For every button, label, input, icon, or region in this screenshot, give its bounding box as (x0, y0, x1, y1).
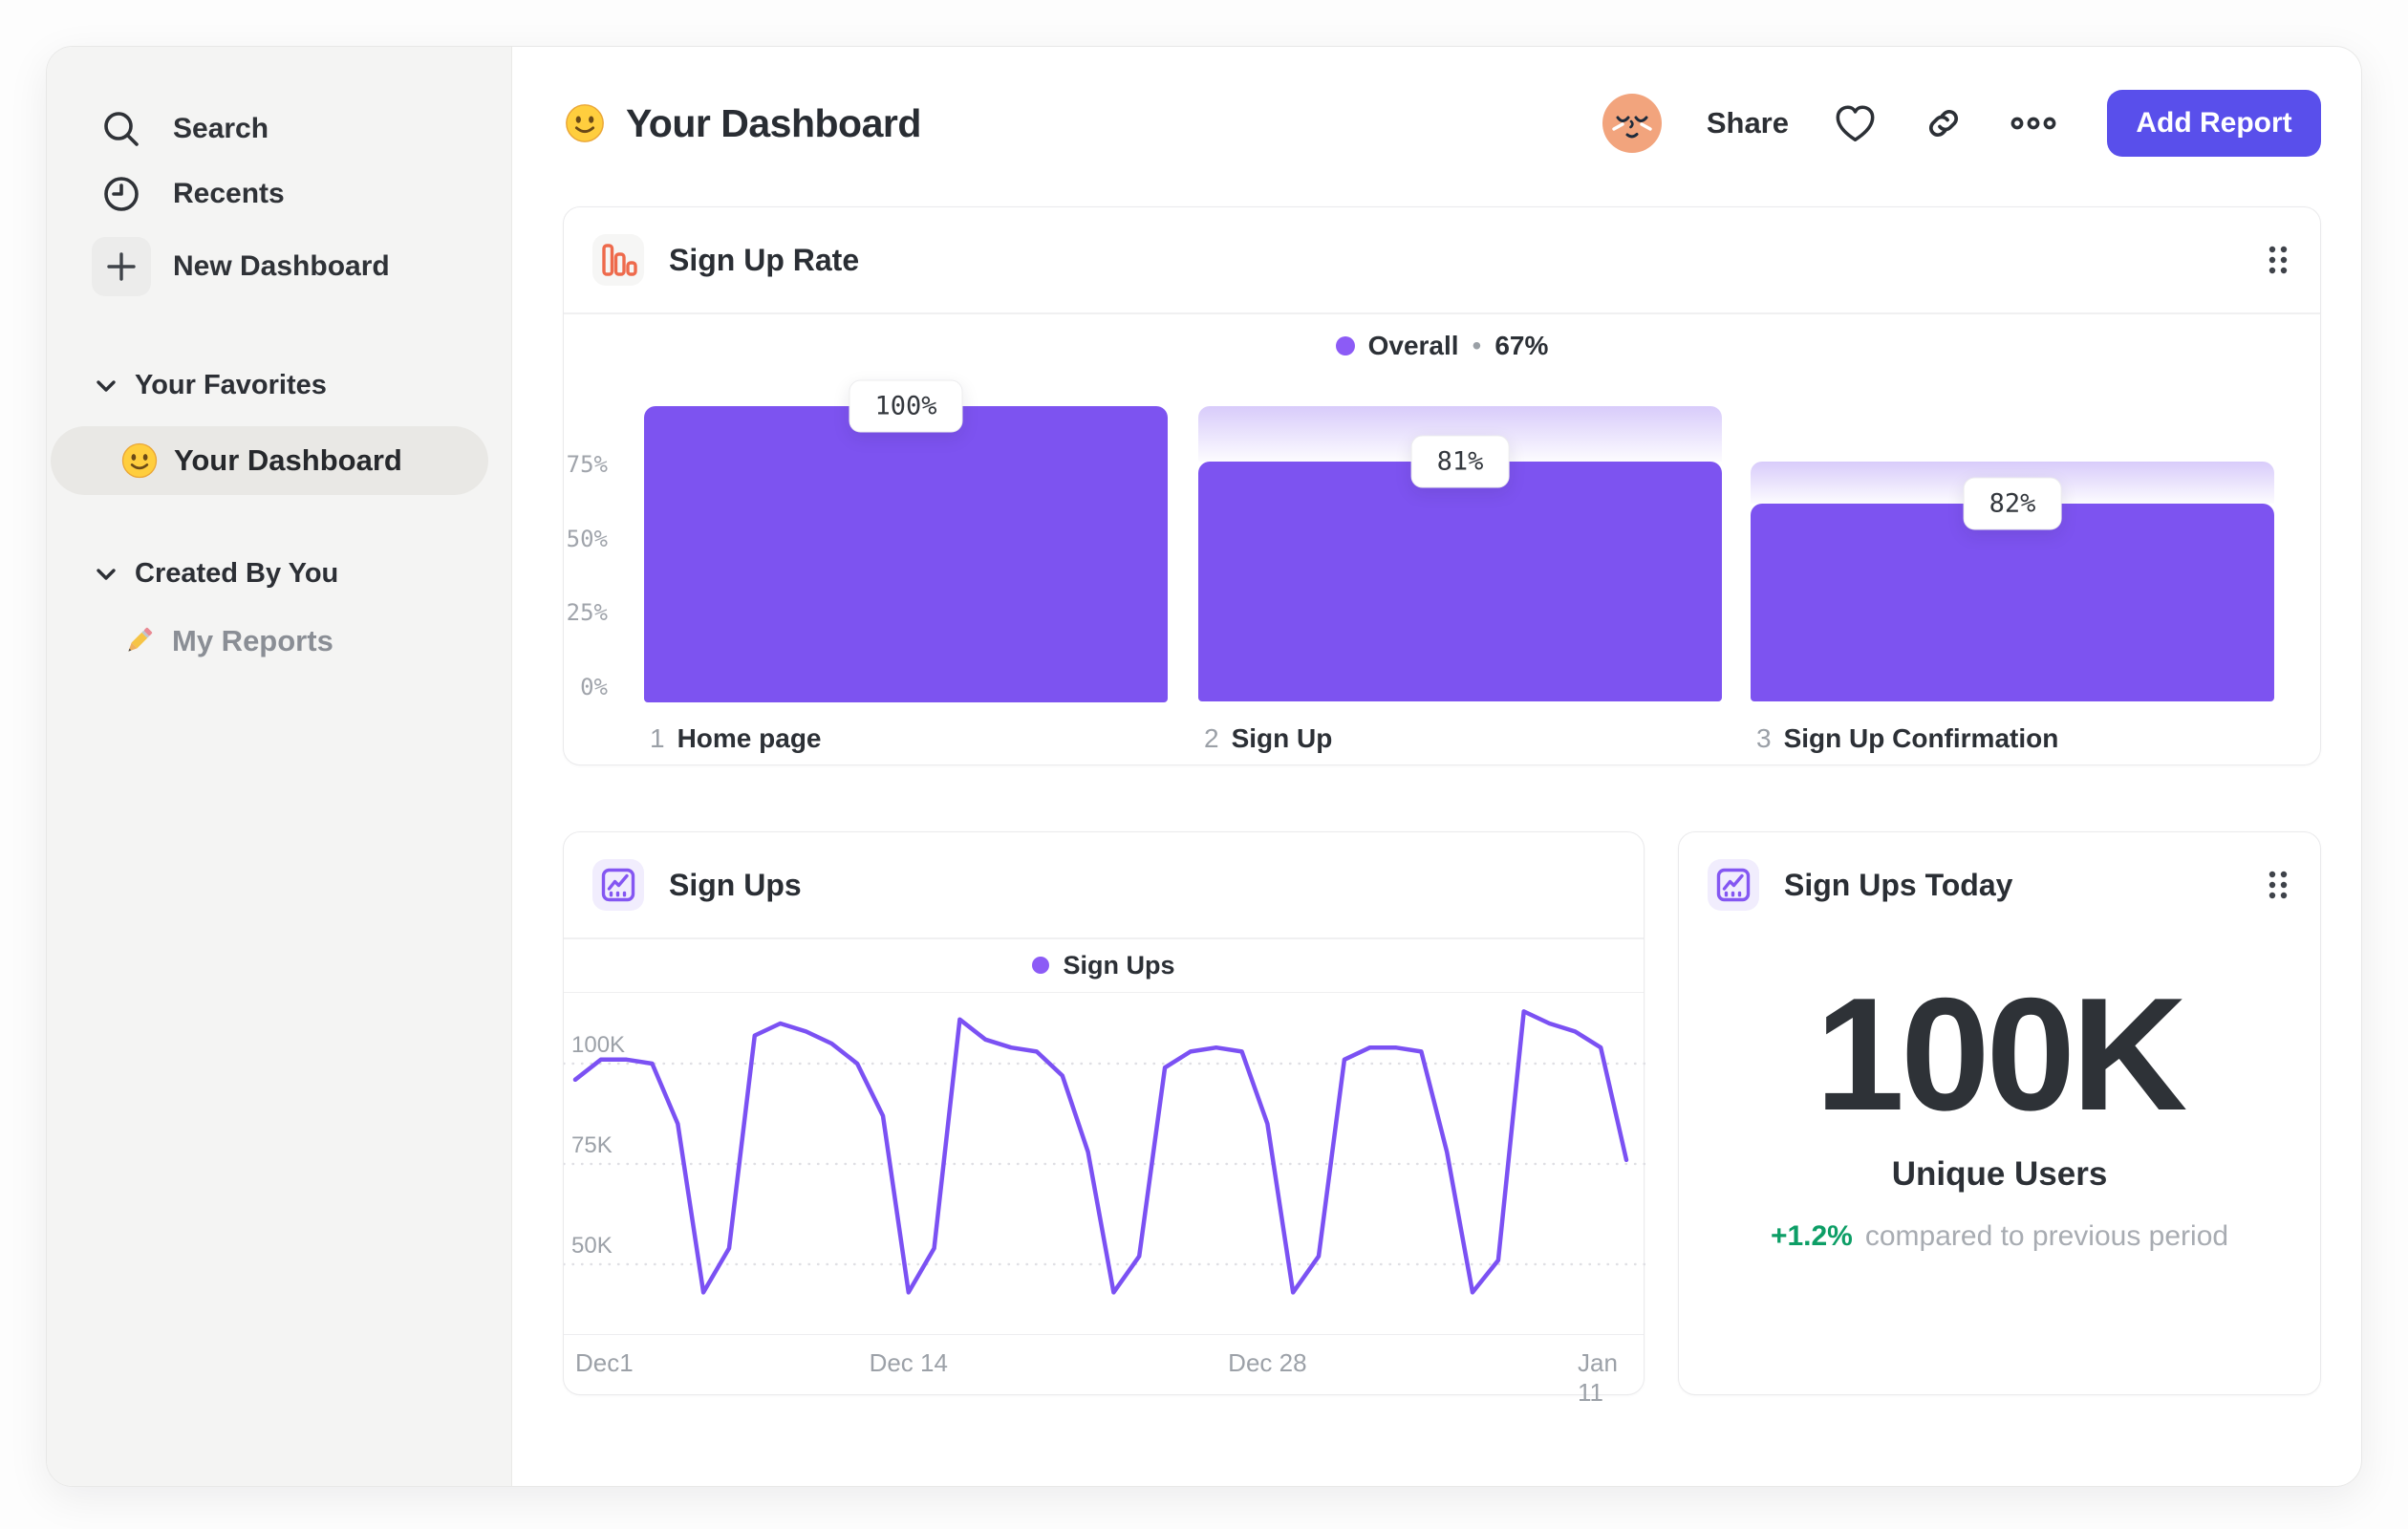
sidebar-item-my-reports[interactable]: My Reports (47, 622, 511, 660)
kpi-delta: +1.2% (1770, 1220, 1853, 1252)
line-legend[interactable]: Sign Ups (564, 939, 1644, 993)
card-title: Sign Up Rate (669, 242, 860, 277)
smiley-face-emoji (566, 104, 604, 142)
sidebar-item-search[interactable]: Search (47, 97, 511, 162)
pencil-emoji (128, 627, 153, 652)
page-title: Your Dashboard (626, 100, 921, 145)
line-chart-x-axis: Dec1 Dec 14 Dec 28 Jan 11 (564, 1333, 1644, 1407)
legend-label: Sign Ups (1063, 950, 1175, 980)
legend-value: 67% (1494, 330, 1549, 360)
sidebar-item-label: New Dashboard (173, 250, 390, 282)
sidebar: Search Recents New Dashboard Your Favori… (47, 47, 512, 1486)
funnel-y-tick: 25% (566, 599, 608, 626)
legend-dot (1032, 957, 1050, 974)
sidebar-item-label: Recents (173, 178, 285, 209)
line-y-tick: 75K (571, 1132, 613, 1158)
line-y-tick: 100K (571, 1032, 625, 1058)
app-window: Search Recents New Dashboard Your Favori… (46, 46, 2362, 1487)
share-button[interactable]: Share (1707, 106, 1789, 140)
legend-dot (1335, 335, 1355, 355)
link-icon[interactable] (1922, 101, 1966, 145)
line-x-tick: Dec1 (575, 1347, 634, 1377)
card-header: Sign Ups (564, 832, 1644, 937)
kpi-delta-row: +1.2% compared to previous period (1679, 1220, 2320, 1253)
section-title: Created By You (135, 558, 339, 589)
sidebar-section-created-by-you[interactable]: Created By You (47, 558, 511, 590)
sign-ups-today-card: Sign Ups Today 100K Unique Users +1.2% c… (1678, 831, 2321, 1395)
card-header: Sign Ups Today (1679, 832, 2320, 937)
header-actions: Share Add Report (1602, 90, 2321, 157)
chevron-down-icon (97, 379, 116, 392)
funnel-step-label: Home page (677, 722, 822, 753)
add-report-button[interactable]: Add Report (2107, 90, 2321, 157)
funnel-value-tooltip: 82% (1963, 477, 2062, 530)
funnel-bar (1198, 462, 1722, 702)
funnel-value-tooltip: 100% (849, 379, 963, 432)
sidebar-item-new-dashboard[interactable]: New Dashboard (47, 226, 511, 307)
smiley-face-emoji (121, 442, 158, 479)
funnel-category: 3 Sign Up Confirmation (1756, 723, 2058, 754)
card-title: Sign Ups Today (1784, 867, 2013, 902)
kpi-value: 100K (1815, 964, 2188, 1144)
second-row: Sign Ups Sign Ups 100K 75K 50K Dec1 Dec 14 D… (562, 831, 2321, 1407)
line-chart-icon (592, 859, 644, 911)
line-y-tick: 50K (571, 1233, 613, 1259)
funnel-bar (1751, 503, 2274, 702)
bar-chart-icon (592, 234, 644, 286)
sidebar-item-recents[interactable]: Recents (47, 162, 511, 226)
line-x-tick: Jan 11 (1578, 1347, 1618, 1407)
funnel-step-number: 2 (1204, 722, 1219, 753)
sidebar-item-label: Your Dashboard (174, 443, 402, 477)
sidebar-item-your-dashboard[interactable]: Your Dashboard (51, 426, 488, 495)
sign-up-rate-card: Sign Up Rate Overall • 67% 75% 50% 25% 0% 10… (563, 206, 2321, 765)
funnel-y-tick: 75% (566, 451, 608, 478)
ellipsis-icon[interactable] (2010, 114, 2057, 133)
drag-handle-icon[interactable] (2265, 242, 2291, 278)
kpi-delta-note: compared to previous period (1864, 1220, 2229, 1252)
funnel-category: 1 Home page (650, 723, 822, 754)
funnel-step-label: Sign Up (1231, 722, 1333, 753)
main-content: Your Dashboard Share Add Report Sign Up … (512, 47, 2361, 1486)
page-title-group: Your Dashboard (563, 101, 921, 146)
line-series (572, 1008, 1629, 1295)
sidebar-section-favorites[interactable]: Your Favorites (47, 370, 511, 401)
search-icon (91, 107, 152, 151)
clock-icon (91, 172, 152, 216)
line-chart: 100K 75K 50K (562, 993, 1647, 1334)
plus-icon (91, 237, 152, 296)
kpi-label: Unique Users (1891, 1155, 2108, 1193)
card-title: Sign Ups (669, 867, 802, 902)
line-chart-icon (1708, 859, 1759, 911)
funnel-chart: 75% 50% 25% 0% 100% 1 Home page 81% 2 Sign Up 82% 3… (564, 377, 2320, 765)
funnel-value-tooltip: 81% (1410, 435, 1510, 488)
page-header: Your Dashboard Share Add Report (563, 89, 2321, 158)
funnel-y-tick: 0% (580, 673, 608, 700)
sign-ups-card: Sign Ups Sign Ups 100K 75K 50K Dec1 Dec 14 D… (562, 831, 1647, 1407)
line-chart-svg: 100K 75K 50K (562, 1008, 1647, 1295)
legend-separator: • (1472, 330, 1482, 360)
heart-icon[interactable] (1833, 102, 1878, 144)
line-x-tick: Dec 14 (869, 1347, 948, 1377)
funnel-y-tick: 50% (566, 525, 608, 552)
avatar[interactable] (1602, 93, 1663, 154)
line-x-tick: Dec 28 (1228, 1347, 1307, 1377)
sidebar-item-label: My Reports (172, 624, 333, 657)
funnel-bar (644, 405, 1168, 702)
sidebar-item-label: Search (173, 113, 269, 144)
chevron-down-icon (97, 568, 116, 580)
drag-handle-icon[interactable] (2265, 867, 2291, 903)
funnel-legend[interactable]: Overall • 67% (564, 314, 2320, 377)
funnel-step-number: 1 (650, 722, 665, 753)
funnel-step-number: 3 (1756, 722, 1772, 753)
section-title: Your Favorites (135, 370, 327, 400)
funnel-category: 2 Sign Up (1204, 723, 1332, 754)
legend-label: Overall (1367, 330, 1459, 360)
card-header: Sign Up Rate (564, 207, 2320, 312)
funnel-step-label: Sign Up Confirmation (1783, 722, 2059, 753)
